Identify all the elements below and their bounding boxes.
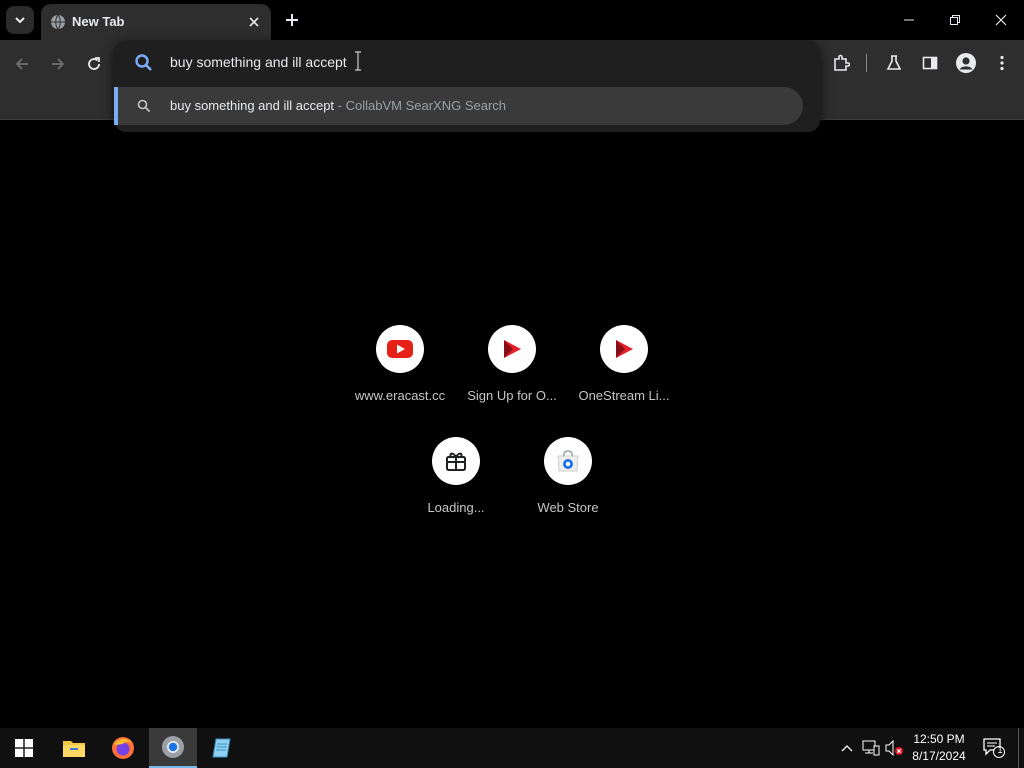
globe-icon	[51, 14, 65, 30]
onestream-icon	[616, 340, 633, 358]
search-icon	[135, 54, 152, 71]
menu-button[interactable]	[987, 48, 1017, 78]
omnibox-suggestion[interactable]: buy something and ill accept - CollabVM …	[114, 87, 803, 125]
omnibox-dropdown: buy something and ill accept buy somethi…	[114, 40, 820, 132]
restore-button[interactable]	[932, 0, 978, 40]
tray-overflow-button[interactable]	[837, 738, 857, 758]
taskbar-chrome[interactable]	[149, 728, 197, 768]
suggestion-query: buy something and ill accept	[170, 98, 335, 113]
puzzle-icon	[834, 54, 850, 71]
shortcut-icon-circle	[376, 325, 424, 373]
windows-start-icon	[15, 739, 33, 757]
chrome-icon	[162, 736, 184, 758]
shortcut-icon-circle	[544, 437, 592, 485]
tab-title: New Tab	[72, 14, 125, 29]
gift-icon	[446, 452, 466, 471]
shortcut-tile[interactable]: Loading...	[400, 437, 512, 537]
tab-strip: New Tab	[0, 0, 1024, 40]
volume-muted-icon	[885, 740, 903, 756]
windows-taskbar: 12:50 PM 8/17/2024 1	[0, 728, 1024, 768]
webstore-icon	[557, 450, 579, 472]
suggestion-selected-indicator	[114, 87, 118, 125]
new-tab-button[interactable]	[280, 8, 304, 32]
taskbar-clock[interactable]: 12:50 PM 8/17/2024	[905, 731, 973, 765]
tab-search-button[interactable]	[6, 6, 34, 34]
taskbar-firefox[interactable]	[99, 728, 147, 768]
toolbar-separator	[866, 54, 867, 72]
chevron-up-icon	[841, 745, 853, 752]
minimize-icon	[904, 19, 914, 21]
onestream-icon	[504, 340, 521, 358]
forward-button[interactable]	[44, 50, 72, 78]
address-bar-input[interactable]: buy something and ill accept	[170, 54, 347, 70]
network-icon	[862, 740, 880, 756]
side-panel-button[interactable]	[915, 48, 945, 78]
suggestion-engine: CollabVM SearXNG Search	[345, 98, 507, 113]
tray-volume[interactable]	[885, 738, 905, 758]
shortcut-tile[interactable]: OneStream Li...	[568, 325, 680, 425]
show-desktop-button[interactable]	[1018, 728, 1024, 768]
action-center-button[interactable]: 1	[982, 738, 1006, 758]
shortcut-icon-circle	[600, 325, 648, 373]
shortcut-tile[interactable]: www.eracast.cc	[344, 325, 456, 425]
shortcut-tile[interactable]: Sign Up for O...	[456, 325, 568, 425]
reload-button[interactable]	[80, 50, 108, 78]
arrow-right-icon	[52, 58, 65, 70]
more-vertical-icon	[1000, 55, 1004, 71]
tab-new-tab[interactable]: New Tab	[41, 4, 271, 40]
clock-date: 8/17/2024	[912, 749, 966, 763]
tab-close-button[interactable]	[245, 13, 263, 31]
shortcut-label: Web Store	[537, 500, 599, 515]
shortcut-icon-circle	[432, 437, 480, 485]
close-icon	[249, 17, 259, 27]
notepad-icon	[212, 738, 231, 758]
back-button[interactable]	[8, 50, 36, 78]
shortcut-label: OneStream Li...	[578, 388, 670, 403]
search-icon	[137, 99, 151, 113]
flask-icon	[886, 55, 902, 70]
youtube-icon	[387, 340, 413, 358]
taskbar-notepad[interactable]	[198, 728, 246, 768]
file-explorer-icon	[63, 741, 85, 757]
shortcut-label: Sign Up for O...	[467, 388, 557, 403]
shortcut-label: www.eracast.cc	[354, 388, 446, 403]
shortcut-label: Loading...	[427, 500, 485, 515]
text-cursor-icon	[355, 51, 361, 71]
tray-network[interactable]	[861, 738, 881, 758]
suggestion-text: buy something and ill accept - CollabVM …	[170, 98, 506, 113]
taskbar-file-explorer[interactable]	[50, 728, 98, 768]
clock-time: 12:50 PM	[913, 732, 965, 746]
plus-icon	[286, 14, 298, 26]
suggestion-separator: -	[334, 98, 346, 113]
notification-count: 1	[997, 745, 1003, 755]
extensions-button[interactable]	[826, 48, 856, 78]
shortcut-tile[interactable]: Web Store	[512, 437, 624, 537]
shortcut-icon-circle	[488, 325, 536, 373]
firefox-icon	[112, 737, 134, 759]
chevron-down-icon	[15, 17, 25, 24]
arrow-left-icon	[15, 58, 28, 70]
start-button[interactable]	[0, 728, 48, 768]
labs-button[interactable]	[879, 48, 909, 78]
profile-button[interactable]	[951, 48, 981, 78]
close-icon	[995, 14, 1007, 26]
close-window-button[interactable]	[978, 0, 1024, 40]
reload-icon	[88, 57, 100, 70]
restore-icon	[950, 15, 960, 25]
avatar-icon	[956, 53, 976, 73]
minimize-button[interactable]	[886, 0, 932, 40]
side-panel-icon	[922, 56, 938, 70]
